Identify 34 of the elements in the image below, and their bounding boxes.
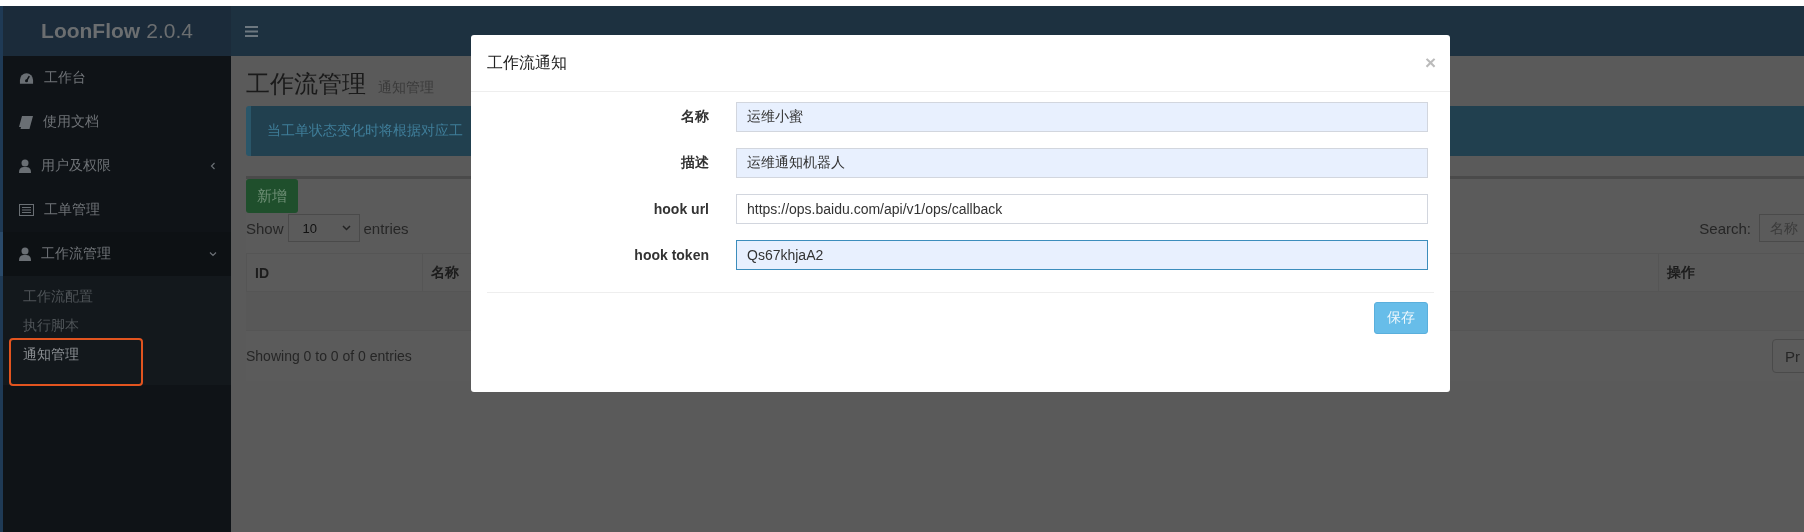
field-label: hook url [652,201,709,217]
input-field[interactable]: 运维小蜜 [736,102,1428,132]
sidebar-item[interactable]: 工单管理 [0,188,231,232]
input-field[interactable]: Qs67khjaA2 [736,240,1428,270]
gauge-icon [19,71,34,85]
sidebar-item[interactable]: 使用文档 [0,100,231,144]
sidebar-label: 使用文档 [43,113,100,131]
sidebar-label: 工作流管理 [41,245,112,263]
sidebar-label: 用户及权限 [41,157,112,175]
list-icon [19,204,34,216]
chevron-icon [341,225,351,231]
field-label: 名称 [680,108,709,126]
sidebar-item[interactable]: 工作台 [0,56,231,100]
page-title: 工作流管理 [246,69,366,99]
menu-icon[interactable] [245,25,258,37]
input-field[interactable]: 运维通知机器人 [736,148,1428,178]
column-header[interactable]: 操作 [1658,254,1804,291]
field-label: hook token [633,247,709,263]
app-logo[interactable]: LoonFlow 2.0.4 [3,6,231,56]
user-icon [19,159,31,173]
field-label: 描述 [680,154,709,172]
input-field[interactable]: https://ops.baidu.com/api/v1/ops/callback [736,194,1428,224]
submenu-item[interactable]: 执行脚本 [3,311,231,340]
sidebar-label: 工单管理 [44,201,101,219]
column-header[interactable]: ID [246,254,422,291]
entries-select[interactable]: 10 [287,214,360,242]
submenu-item[interactable]: 通知管理 [3,340,231,369]
modal-title: 工作流通知 [487,52,567,73]
sidebar-item[interactable]: 用户及权限 [0,144,231,188]
submenu-item[interactable]: 工作流配置 [3,282,231,311]
sidebar-label: 工作台 [44,69,87,87]
user-icon [19,247,31,261]
book-icon [19,115,33,129]
add-button[interactable]: 新增 [246,179,298,213]
